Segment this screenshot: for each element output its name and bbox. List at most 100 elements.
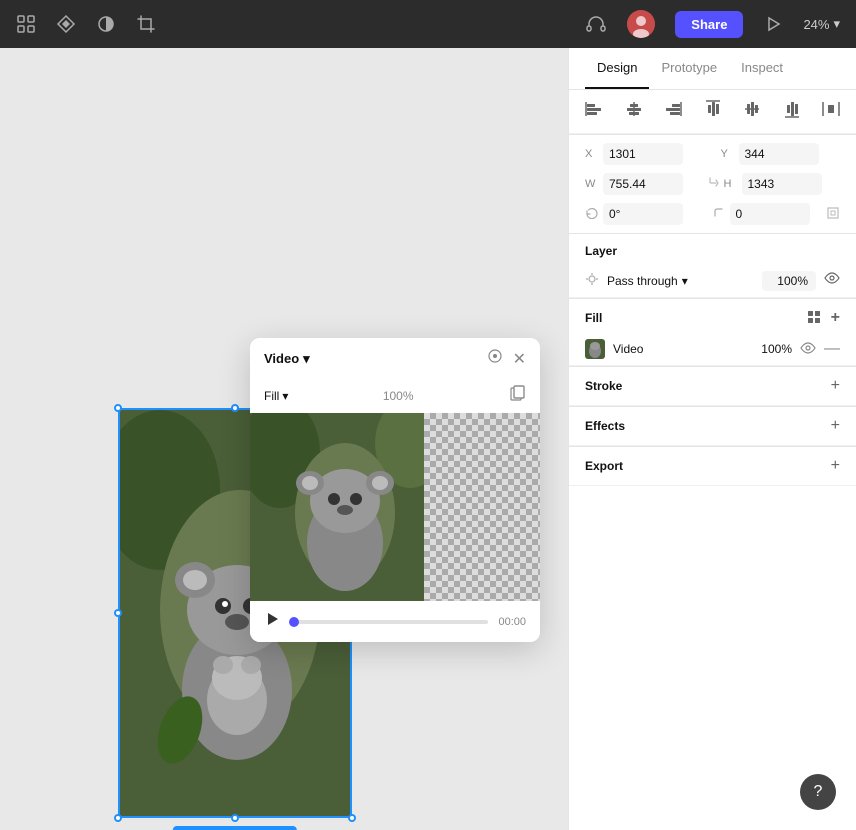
share-button[interactable]: Share	[675, 11, 743, 38]
export-section[interactable]: Export +	[569, 447, 856, 486]
tab-prototype[interactable]: Prototype	[649, 48, 729, 89]
fill-opacity-label: 100%	[383, 389, 414, 403]
fill-remove-icon[interactable]: —	[824, 340, 840, 358]
y-group: Y	[721, 143, 841, 165]
preview-image	[250, 413, 439, 601]
stroke-section[interactable]: Stroke +	[569, 367, 856, 406]
progress-thumb[interactable]	[289, 617, 299, 627]
w-group: W	[585, 173, 702, 195]
fill-section: Fill + Video 100%	[569, 299, 856, 366]
stroke-add-icon[interactable]: +	[831, 377, 840, 395]
x-group: X	[585, 143, 705, 165]
time-label: 00:00	[498, 616, 526, 628]
corner-group	[712, 203, 823, 225]
align-left-icon[interactable]	[585, 100, 603, 123]
layer-opacity-input[interactable]	[762, 271, 816, 291]
reset-icon[interactable]	[487, 348, 503, 369]
progress-bar[interactable]	[290, 620, 488, 624]
handle-bl[interactable]	[114, 814, 122, 822]
rotation-icon	[585, 206, 599, 222]
close-icon[interactable]: ✕	[513, 349, 526, 369]
align-center-h-icon[interactable]	[625, 100, 643, 123]
fill-item-opacity: 100%	[752, 342, 792, 356]
fill-item-row: Video 100% —	[569, 333, 856, 365]
layer-mode-icon	[585, 272, 599, 289]
align-right-icon[interactable]	[664, 100, 682, 123]
rotation-input[interactable]	[603, 203, 683, 225]
export-label: Export	[585, 459, 623, 473]
handle-tm[interactable]	[231, 404, 239, 412]
w-input[interactable]	[603, 173, 683, 195]
w-label: W	[585, 178, 599, 190]
clip-icon[interactable]	[508, 385, 526, 407]
handle-br[interactable]	[348, 814, 356, 822]
tab-inspect[interactable]: Inspect	[729, 48, 795, 89]
x-input[interactable]	[603, 143, 683, 165]
corner-expand-icon[interactable]	[826, 206, 840, 223]
topbar-center: Share 24% ▾	[585, 10, 840, 38]
align-top-icon[interactable]	[704, 100, 722, 123]
play-button[interactable]	[264, 611, 280, 632]
fill-grid-icon[interactable]	[807, 310, 821, 327]
handle-ml[interactable]	[114, 609, 122, 617]
layer-label: Layer	[585, 244, 617, 258]
align-row	[569, 90, 856, 134]
constrain-icon[interactable]	[706, 176, 720, 193]
video-preview	[250, 413, 540, 601]
contrast-icon[interactable]	[96, 14, 116, 34]
fill-item-name: Video	[613, 342, 744, 356]
align-center-v-icon[interactable]	[743, 100, 761, 123]
right-panel: Design Prototype Inspect	[568, 48, 856, 830]
handle-tl[interactable]	[114, 404, 122, 412]
wh-row: W H	[569, 169, 856, 199]
rotation-row	[569, 199, 856, 233]
video-controls: 00:00	[250, 601, 540, 642]
y-label: Y	[721, 148, 735, 160]
fill-add-icon[interactable]: +	[831, 309, 840, 327]
crop-icon[interactable]	[136, 14, 156, 34]
export-add-icon[interactable]: +	[831, 457, 840, 475]
canvas-item-label: 755.44 × 1343 · Video	[173, 826, 297, 830]
fill-thumbnail[interactable]	[585, 339, 605, 359]
rotation-group	[585, 203, 696, 225]
blend-mode-dropdown[interactable]: Pass through ▾	[607, 274, 688, 288]
play-icon[interactable]	[763, 14, 783, 34]
layer-left: Pass through ▾	[585, 272, 688, 289]
panel-tabs: Design Prototype Inspect	[569, 48, 856, 90]
h-input[interactable]	[742, 173, 822, 195]
y-input[interactable]	[739, 143, 819, 165]
video-header-icons: ✕	[487, 348, 526, 369]
distribute-icon[interactable]	[822, 100, 840, 123]
layer-visibility-icon[interactable]	[824, 270, 840, 291]
effects-add-icon[interactable]: +	[831, 417, 840, 435]
topbar: Share 24% ▾	[0, 0, 856, 48]
layer-row: Pass through ▾	[569, 264, 856, 298]
select-icon[interactable]	[16, 14, 36, 34]
main-layout: 755.44 × 1343 · Video Video ▾ ✕	[0, 48, 856, 830]
tab-design[interactable]: Design	[585, 48, 649, 89]
layer-section-header: Layer	[569, 234, 856, 264]
video-fill-row: Fill ▾ 100%	[250, 379, 540, 413]
headphone-icon[interactable]	[585, 13, 607, 35]
video-popup-header: Video ▾ ✕	[250, 338, 540, 379]
fill-visibility-icon[interactable]	[800, 340, 816, 359]
fill-button[interactable]: Fill ▾	[264, 389, 288, 403]
corner-input[interactable]	[730, 203, 810, 225]
help-button[interactable]: ?	[800, 774, 836, 810]
h-group: H	[724, 173, 841, 195]
effects-label: Effects	[585, 419, 625, 433]
video-title[interactable]: Video ▾	[264, 351, 310, 367]
zoom-control[interactable]: 24% ▾	[803, 16, 840, 32]
checker-pattern	[424, 413, 540, 601]
x-label: X	[585, 148, 599, 160]
canvas[interactable]: 755.44 × 1343 · Video Video ▾ ✕	[0, 48, 568, 830]
handle-bm[interactable]	[231, 814, 239, 822]
avatar[interactable]	[627, 10, 655, 38]
align-bottom-icon[interactable]	[783, 100, 801, 123]
corner-radius-icon	[712, 206, 726, 222]
effects-section[interactable]: Effects +	[569, 407, 856, 446]
fill-label: Fill	[585, 311, 602, 325]
xy-row: X Y	[569, 135, 856, 169]
component-icon[interactable]	[56, 14, 76, 34]
stroke-label: Stroke	[585, 379, 622, 393]
